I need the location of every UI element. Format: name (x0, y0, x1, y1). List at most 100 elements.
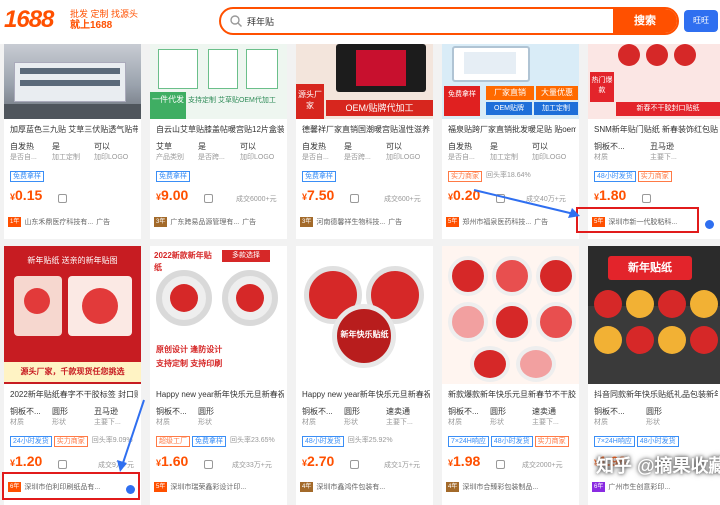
promo-text: 支持定制 艾草贴OEM代加工 (188, 97, 276, 104)
shop-info[interactable]: 6年 广州市生创意彩印... (592, 482, 716, 492)
promo-text: 新年贴纸 (608, 256, 692, 280)
sales-volume: 成交33万+元 (232, 462, 272, 469)
promo-text: 新年贴纸 送亲的新年贴图 (27, 256, 118, 265)
product-attrs: 自发热是可以 是否自... 加工定制 加印LOGO (448, 142, 567, 161)
search-button[interactable]: 搜索 (613, 9, 677, 33)
compare-checkbox[interactable] (58, 460, 67, 469)
promo-text: OEM贴牌 (486, 102, 532, 115)
product-card[interactable]: 加厚蓝色三九贴 艾草三伏贴透气贴带 自发热是可以 是否自... 加工定制 加印LOG… (4, 44, 141, 239)
annotation-arrow-icon (473, 189, 580, 218)
slogan-line1: 批发 定制 找源头 (70, 9, 139, 19)
sales-volume: 成交1万+元 (384, 462, 420, 469)
product-attrs: 自发热是可以 是否自... 加工定制 加印LOGO (10, 142, 129, 161)
shop-info[interactable]: 4年 深圳市合臻彩包装制品... (446, 482, 576, 492)
product-price: ¥1.60 (156, 453, 189, 469)
compare-checkbox[interactable] (642, 194, 651, 203)
chat-icon[interactable] (705, 220, 714, 229)
product-image[interactable]: 新年贴纸 送亲的新年贴图 源头厂家，千款现货任您挑选 (4, 246, 141, 384)
compare-checkbox[interactable] (350, 460, 359, 469)
annotation-arrow-icon (117, 399, 145, 472)
product-card[interactable]: 一件代发 支持定制 艾草贴OEM代加工 自云山艾草贴膝盖帖暖宫贴12片盒装关 艾… (150, 44, 287, 239)
wangwang-button[interactable]: 旺旺 (684, 10, 718, 32)
service-tags: 7×24H响应 48小时发货 实力商家 (448, 436, 569, 447)
promo-text: 原创设计 逢防设计 (156, 345, 223, 354)
service-tags: 免费拿样 (10, 171, 44, 182)
promo-text: 新年快乐贴纸 (340, 330, 389, 339)
product-grid: 加厚蓝色三九贴 艾草三伏贴透气贴带 自发热是可以 是否自... 加工定制 加印LOG… (0, 44, 720, 505)
product-title[interactable]: 新款爆款新年快乐元旦新春节不干胶标 (448, 389, 576, 400)
product-attrs: 艾草是可以 产品类别 是否跨... 加印LOGO (156, 142, 275, 161)
highlight-box (2, 472, 140, 500)
service-tags: 免费拿样 (156, 171, 190, 182)
product-price: ¥1.20 (10, 453, 43, 469)
promo-banner: 源头厂家，千款现货任您挑选 (4, 362, 141, 382)
product-card[interactable]: 源头厂家 OEM/贴牌代加工 德馨祥厂家直销国潮暖宫贴温性滋养保 自发热是可以 … (296, 44, 433, 239)
product-image[interactable]: 新年快乐贴纸 (296, 246, 433, 384)
product-price: ¥1.80 (594, 187, 627, 203)
promo-text: OEM/贴牌代加工 (326, 100, 433, 116)
promo-label: 热门爆款 (590, 72, 614, 102)
site-logo[interactable]: 1688 (4, 6, 54, 34)
product-image[interactable]: 源头厂家 OEM/贴牌代加工 (296, 44, 433, 119)
product-image[interactable] (442, 246, 579, 384)
product-card[interactable]: 2022新款新年贴纸 多款选择 原创设计 逢防设计 支持定制 支持印刷 Happ… (150, 246, 287, 505)
search-icon (230, 15, 242, 27)
product-card[interactable]: 新款爆款新年快乐元旦新春节不干胶标 铜板不... 圆形 速卖通 材质 形状 主要下...… (442, 246, 579, 505)
search-input[interactable] (247, 9, 617, 33)
site-slogan: 批发 定制 找源头 就上1688 (70, 9, 140, 31)
product-title[interactable]: SNM新年贴门贴纸 新春装饰红包贴纸 (594, 124, 718, 135)
shop-info[interactable]: 3年 河南德馨祥生物科技... 广告 (300, 217, 430, 227)
compare-checkbox[interactable] (58, 194, 67, 203)
product-title[interactable]: Happy new year新年快乐元旦新春祝 (156, 389, 284, 400)
promo-text: 多款选择 (222, 250, 270, 262)
product-title[interactable]: 加厚蓝色三九贴 艾草三伏贴透气贴带 (10, 124, 138, 135)
service-tags: 超级工厂 免费拿样 回头率23.65% (156, 436, 277, 447)
shop-info[interactable]: 3年 广东跨易品源管理有... 广告 (154, 217, 284, 227)
compare-checkbox[interactable] (204, 460, 213, 469)
promo-text: 支持定制 支持印刷 (156, 359, 223, 368)
product-attrs: 铜板不... 圆形 材质 形状 (156, 407, 214, 426)
service-tags: 免费拿样 (302, 171, 336, 182)
product-title[interactable]: 福泉贴跨厂家直销批发暖足贴 贴oem贴 (448, 124, 576, 135)
service-tags: 实力商家 回头率18.64% (448, 171, 533, 182)
product-card[interactable]: 新年快乐贴纸 Happy new year新年快乐元旦新春祝 铜板不... 圆形速… (296, 246, 433, 505)
shop-info[interactable]: 4年 深圳市鑫鸿件包装有... (300, 482, 430, 492)
product-price: ¥0.15 (10, 187, 43, 203)
product-image[interactable]: 一件代发 支持定制 艾草贴OEM代加工 (150, 44, 287, 119)
promo-label: 源头厂家 (296, 84, 324, 119)
product-attrs: 铜板不... 圆形 速卖通 材质 形状 主要下... (448, 407, 559, 426)
product-attrs: 铜板不... 圆形 速卖通 材质 形状 主要下... (302, 407, 413, 426)
product-image[interactable]: 热门爆款 新春不干胶封口贴纸 (588, 44, 720, 119)
shop-info[interactable]: 5年 深圳市瑞荣鑫彩设计印... (154, 482, 284, 492)
product-title[interactable]: 自云山艾草贴膝盖帖暖宫贴12片盒装关 (156, 124, 284, 135)
service-tags: 48小时发货 回头率25.92% (302, 436, 395, 447)
sales-volume: 成交600+元 (384, 196, 421, 203)
product-price: ¥7.50 (302, 187, 335, 203)
promo-text: 2022新款新年贴纸 (154, 251, 212, 272)
compare-checkbox[interactable] (496, 460, 505, 469)
compare-checkbox[interactable] (204, 194, 213, 203)
product-title[interactable]: 抖音同款新年快乐贴纸礼品包装新年快乐圆 (594, 389, 718, 400)
highlight-box (576, 207, 699, 233)
compare-checkbox[interactable] (350, 194, 359, 203)
product-attrs: 铜板不... 圆形 材质 形状 (594, 407, 662, 426)
product-image[interactable]: 免费拿样 厂家直销 大量优惠 OEM贴牌 加工定制 (442, 44, 579, 119)
product-attrs: 自发热是可以 是否自... 是否跨... 加印LOGO (302, 142, 421, 161)
promo-text: 新春不干胶封口贴纸 (616, 102, 720, 116)
promo-text: 加工定制 (534, 102, 578, 115)
watermark: 知乎 @摘果收藏 (596, 456, 720, 476)
product-image[interactable]: 2022新款新年贴纸 多款选择 原创设计 逢防设计 支持定制 支持印刷 (150, 246, 287, 384)
product-image[interactable] (4, 44, 141, 119)
service-tags: 7×24H响应 48小时发货 (594, 436, 679, 447)
product-price: ¥2.70 (302, 453, 335, 469)
slogan-line2: 就上1688 (70, 20, 113, 31)
promo-label: 一件代发 (150, 92, 186, 119)
top-header: 1688 批发 定制 找源头 就上1688 搜索 旺旺 (0, 0, 720, 44)
search-box: 搜索 (219, 7, 679, 35)
product-title[interactable]: Happy new year新年快乐元旦新春祝 (302, 389, 430, 400)
promo-label: 免费拿样 (444, 86, 480, 116)
product-title[interactable]: 德馨祥厂家直销国潮暖宫贴温性滋养保 (302, 124, 430, 135)
product-price: ¥1.98 (448, 453, 481, 469)
shop-info[interactable]: 1年 山东禾鼎医疗科技有... 广告 (8, 217, 138, 227)
product-image[interactable]: 新年贴纸 (588, 246, 720, 384)
